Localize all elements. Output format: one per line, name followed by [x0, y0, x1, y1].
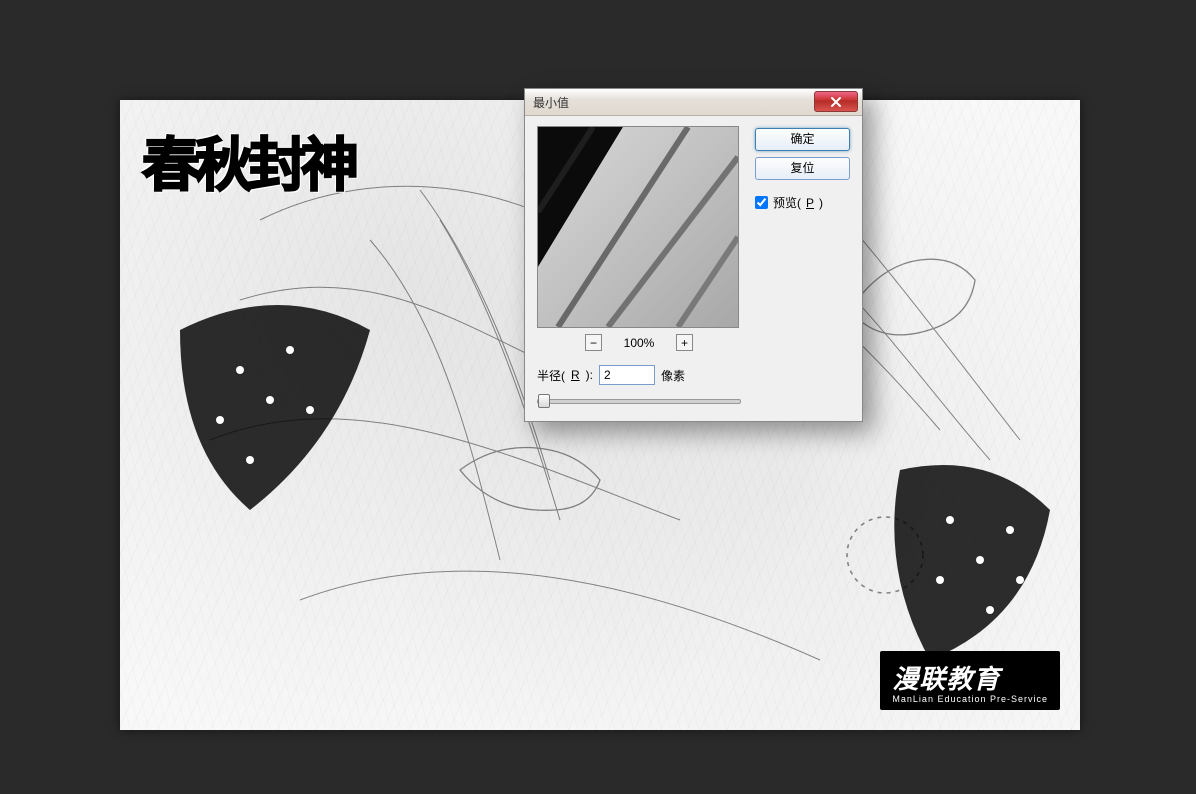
plus-icon: +	[681, 337, 688, 349]
radius-label-suffix: ):	[586, 368, 593, 382]
brand-logo-cn: 漫联教育	[892, 659, 1048, 696]
preview-checkbox[interactable]	[755, 196, 768, 209]
reset-button[interactable]: 复位	[755, 157, 850, 180]
minimum-filter-dialog: 最小值	[524, 88, 863, 422]
preview-mnemonic: P	[806, 196, 814, 210]
brand-logo: 漫联教育 ManLian Education Pre-Service	[880, 651, 1060, 710]
minus-icon: −	[590, 337, 597, 349]
close-icon	[830, 97, 842, 107]
zoom-out-button[interactable]: −	[585, 334, 602, 351]
dialog-titlebar[interactable]: 最小值	[525, 89, 862, 116]
preview-checkbox-row[interactable]: 预览( P)	[755, 194, 850, 211]
radius-unit: 像素	[661, 367, 685, 384]
preview-label-suffix: )	[819, 196, 823, 210]
close-button[interactable]	[814, 91, 858, 112]
dialog-title: 最小值	[533, 94, 569, 111]
preview-label-prefix: 预览(	[773, 194, 801, 211]
dialog-right-column: 确定 复位 预览( P)	[755, 126, 850, 407]
filter-preview[interactable]	[537, 126, 739, 328]
radius-input[interactable]	[599, 365, 655, 385]
radius-slider[interactable]	[537, 393, 741, 407]
dialog-left-column: − 100% + 半径( R): 像素	[537, 126, 741, 407]
zoom-in-button[interactable]: +	[676, 334, 693, 351]
radius-mnemonic: R	[571, 368, 580, 382]
zoom-value: 100%	[620, 336, 658, 350]
zoom-controls: − 100% +	[537, 334, 741, 351]
artwork-title-calligraphy: 春秋封神	[142, 118, 354, 202]
brand-logo-en: ManLian Education Pre-Service	[892, 694, 1048, 704]
radius-label-prefix: 半径(	[537, 367, 565, 384]
radius-row: 半径( R): 像素	[537, 365, 741, 385]
slider-thumb[interactable]	[538, 394, 550, 408]
slider-track	[537, 399, 741, 404]
ok-button[interactable]: 确定	[755, 128, 850, 151]
dialog-body: − 100% + 半径( R): 像素 确定 复位 预览(	[525, 116, 862, 421]
